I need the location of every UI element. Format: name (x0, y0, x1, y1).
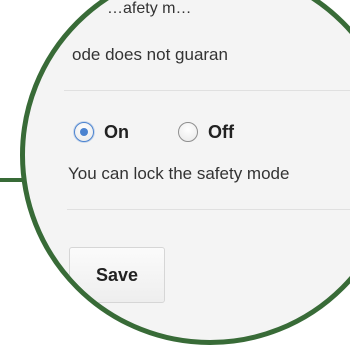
radio-unselected-icon[interactable] (178, 122, 198, 142)
section-divider-top (64, 90, 350, 91)
save-button[interactable]: Save (69, 247, 165, 303)
magnifier-lens: …afety m… ode does not guaran On Off You… (20, 0, 350, 345)
safety-mode-off-label: Off (208, 121, 234, 142)
lock-safety-mode-text: You can lock the safety mode (68, 164, 290, 183)
safety-mode-description-fragment: ode does not guaran (72, 45, 228, 64)
safety-mode-off-option[interactable]: Off (178, 121, 234, 143)
section-divider-bottom (67, 209, 350, 210)
screenshot-stage: …afety m… ode does not guaran On Off You… (0, 0, 350, 350)
safety-mode-description-top-fragment: …afety m… (107, 0, 192, 17)
safety-mode-on-option[interactable]: On (74, 121, 129, 143)
magnified-settings-area: …afety m… ode does not guaran On Off You… (25, 0, 350, 340)
safety-mode-on-label: On (104, 121, 129, 142)
radio-selected-icon[interactable] (74, 122, 94, 142)
